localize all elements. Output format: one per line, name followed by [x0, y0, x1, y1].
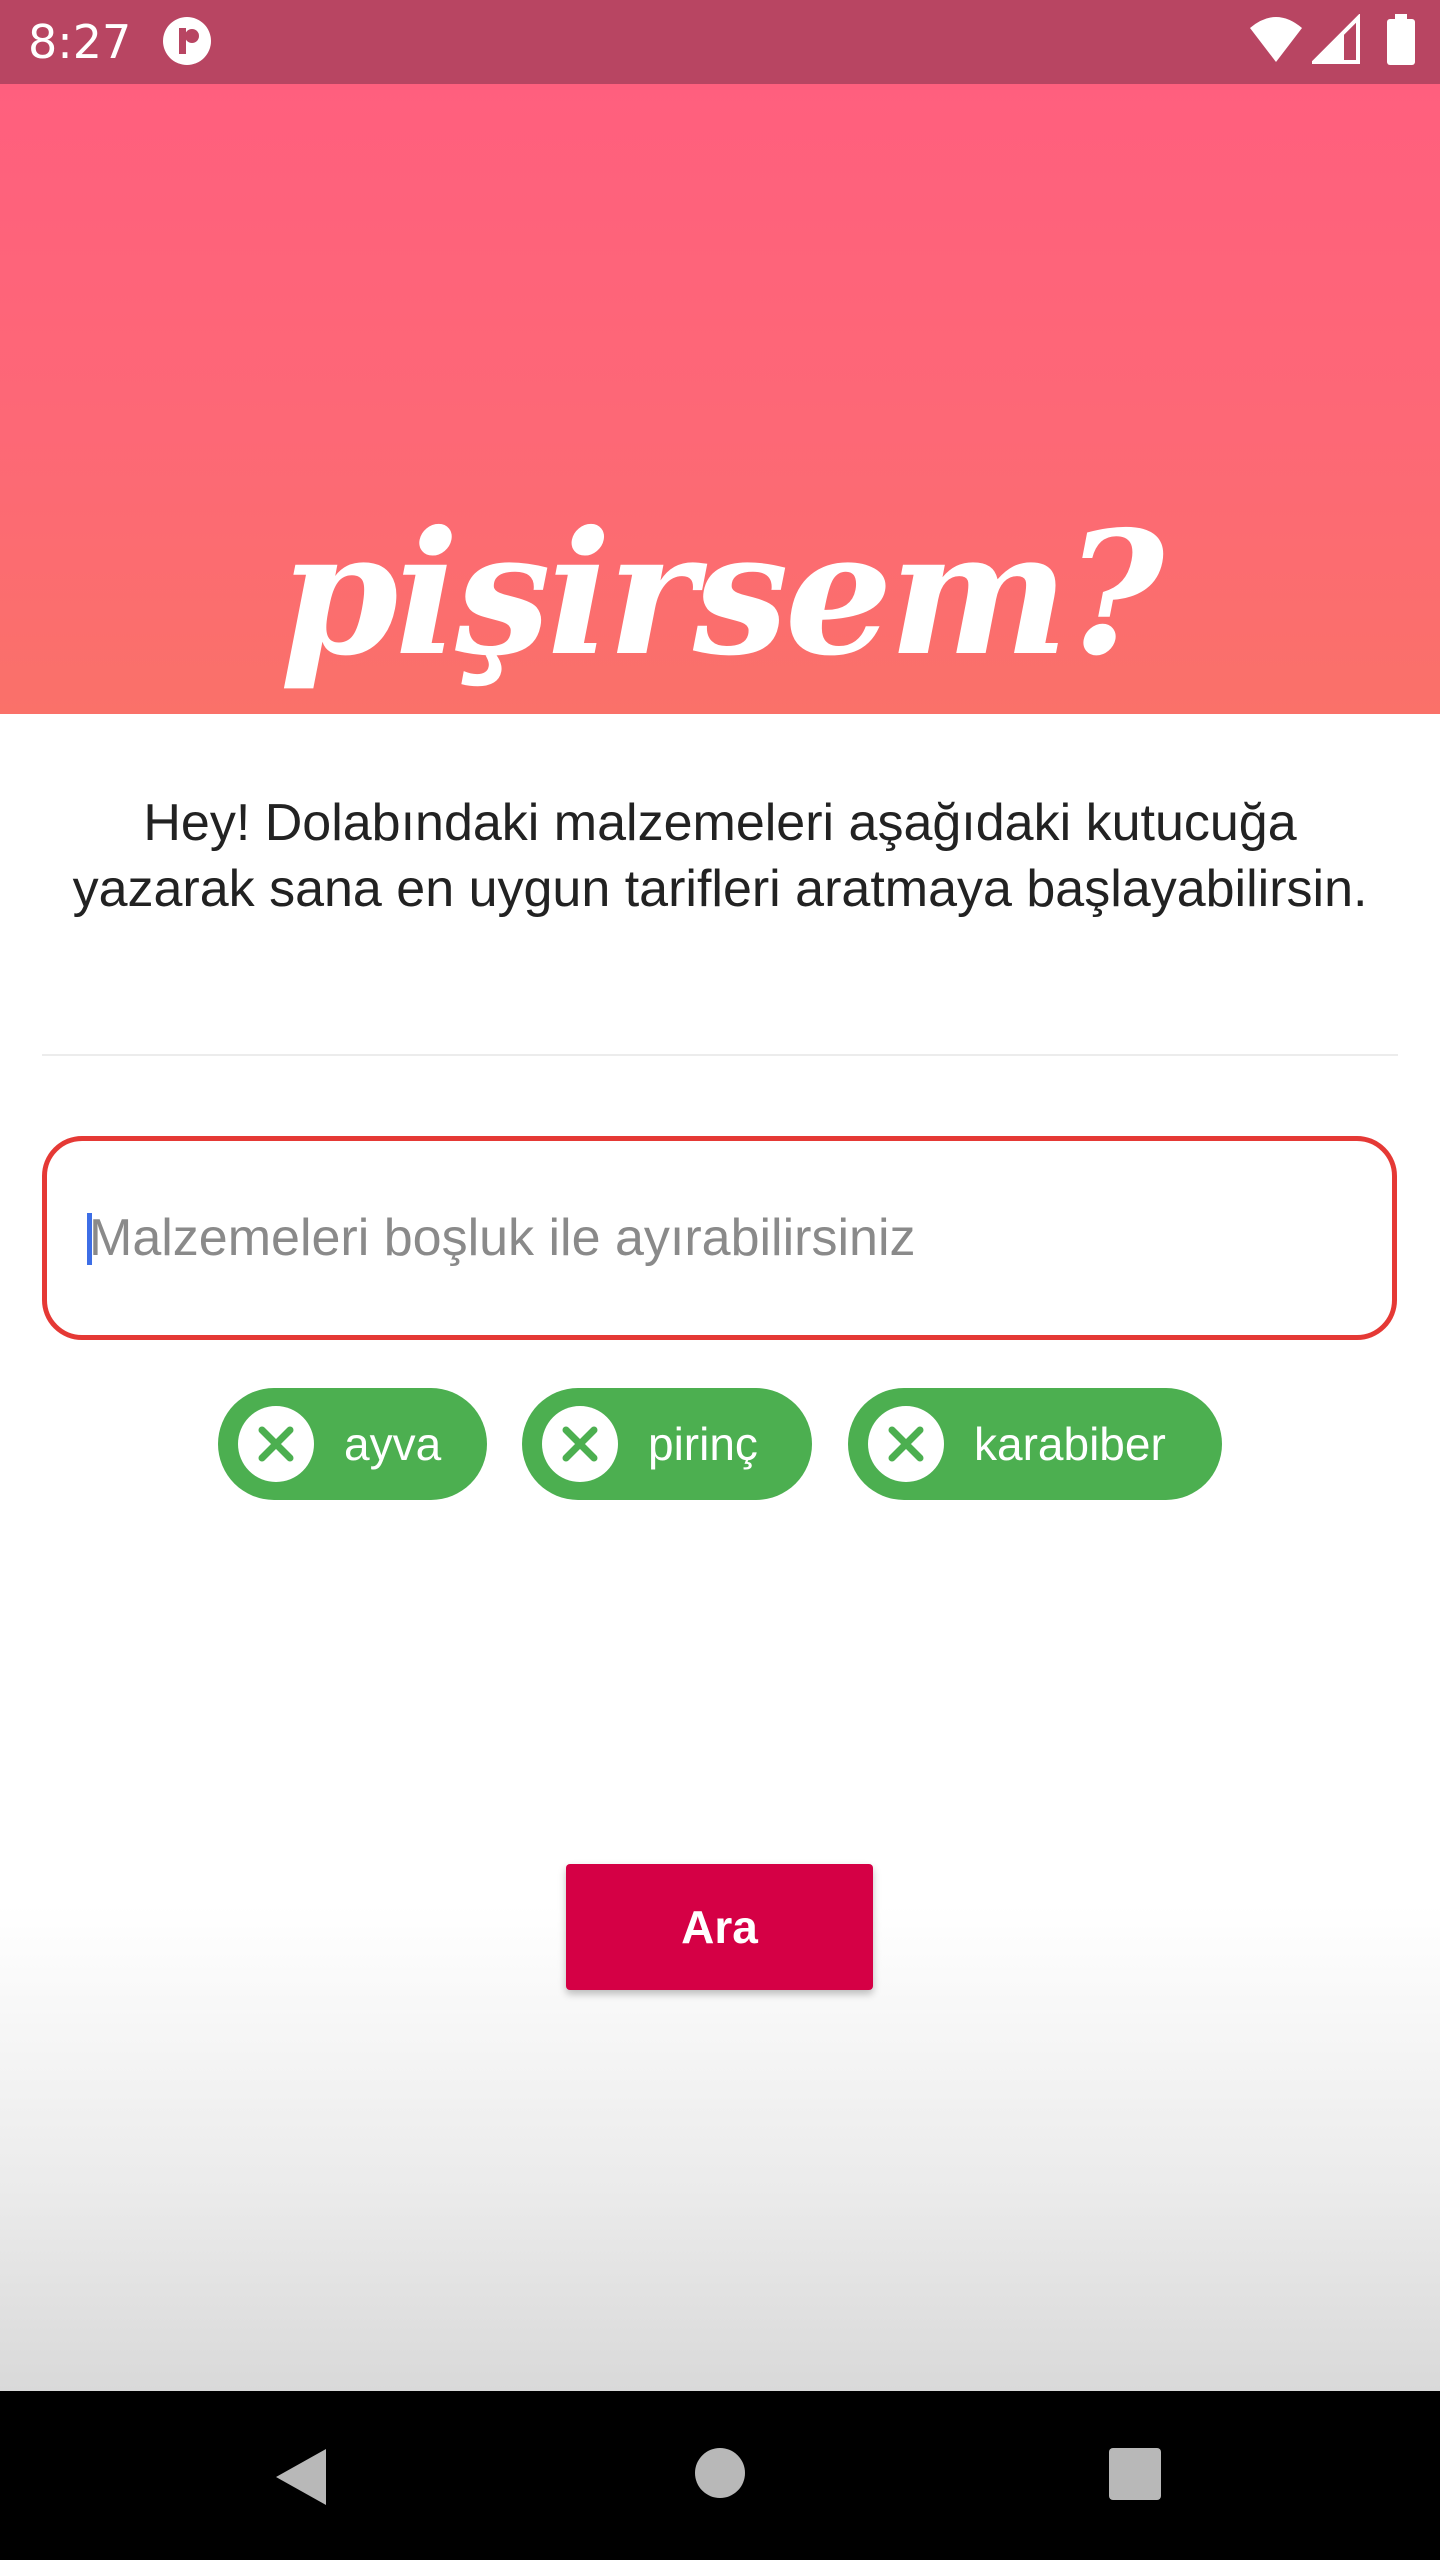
chip-ayva[interactable]: ayva	[218, 1388, 487, 1500]
ingredient-chips: ayva pirinç karabiber	[0, 1388, 1440, 1500]
battery-icon	[1386, 14, 1416, 71]
signal-icon	[1309, 13, 1360, 69]
divider	[42, 1054, 1398, 1056]
status-bar: 8:27	[0, 0, 1440, 84]
chip-label: pirinç	[648, 1418, 758, 1470]
chip-label: ayva	[344, 1418, 442, 1470]
chip-pirinc[interactable]: pirinç	[522, 1388, 812, 1500]
back-icon[interactable]	[270, 2445, 330, 2514]
close-icon[interactable]	[542, 1406, 618, 1482]
main-content: Hey! Dolabındaki malzemeleri aşağıdaki k…	[0, 714, 1440, 2391]
status-time: 8:27	[28, 15, 132, 69]
recents-icon[interactable]	[1108, 2447, 1162, 2506]
chip-karabiber[interactable]: karabiber	[848, 1388, 1222, 1500]
intro-text: Hey! Dolabındaki malzemeleri aşağıdaki k…	[72, 794, 1368, 918]
search-button[interactable]: Ara	[566, 1864, 873, 1990]
ingredient-input-box[interactable]	[42, 1136, 1397, 1340]
close-icon[interactable]	[238, 1406, 314, 1482]
home-icon[interactable]	[694, 2447, 746, 2504]
app-title: pişirsem?	[279, 494, 1165, 694]
header-banner: pişirsem?	[0, 84, 1440, 714]
app-badge-icon	[162, 16, 212, 66]
chip-label: karabiber	[974, 1418, 1166, 1470]
wifi-icon	[1248, 14, 1304, 69]
navigation-bar	[0, 2391, 1440, 2560]
ingredient-input[interactable]	[89, 1141, 1339, 1335]
close-icon[interactable]	[868, 1406, 944, 1482]
